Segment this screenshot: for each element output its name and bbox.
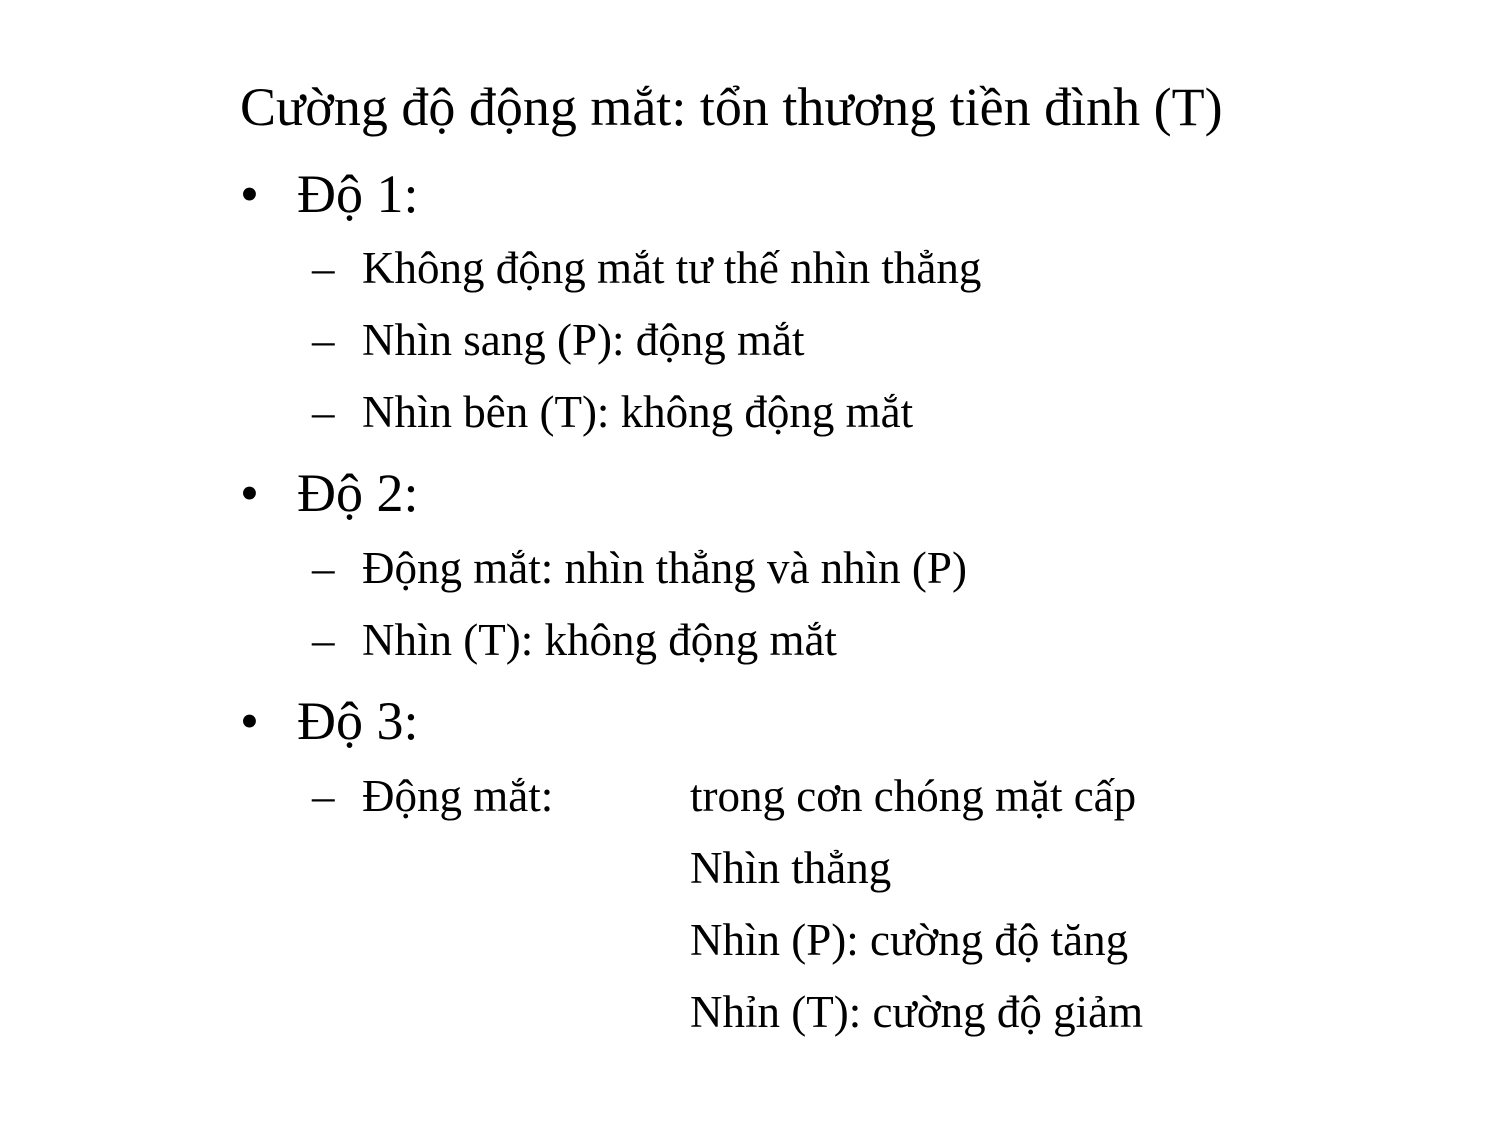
grade-1-label: Độ 1: [297, 164, 419, 224]
dash-icon: – [312, 387, 335, 437]
grade-2-item-1-text: Động mắt: nhìn thẳng và nhìn (P) [362, 543, 967, 593]
grade-1-item-3-text: Nhìn bên (T): không động mắt [362, 387, 914, 437]
slide-title: Cường độ động mắt: tổn thương tiền đình … [240, 77, 1223, 137]
grade-3-label: Độ 3: [297, 691, 419, 751]
grade-3-line-4: Nhỉn (T): cường độ giảm [690, 987, 1144, 1037]
grade-3-line-2: Nhìn thẳng [690, 843, 892, 893]
dash-icon: – [312, 243, 335, 293]
dash-icon: – [312, 615, 335, 665]
dash-icon: – [312, 543, 335, 593]
dash-icon: – [312, 315, 335, 365]
grade-3-line-1: trong cơn chóng mặt cấp [690, 771, 1137, 821]
grade-1-item-2-text: Nhìn sang (P): động mắt [362, 315, 805, 365]
bullet-icon: • [240, 463, 259, 523]
grade-3-line-3: Nhìn (P): cường độ tăng [690, 915, 1129, 965]
bullet-icon: • [240, 691, 259, 751]
bullet-icon: • [240, 164, 259, 224]
slide: Cường độ động mắt: tổn thương tiền đình … [0, 0, 1500, 1125]
grade-3-item-label: Động mắt: [362, 771, 554, 821]
grade-2-item-2-text: Nhìn (T): không động mắt [362, 615, 837, 665]
dash-icon: – [312, 771, 335, 821]
grade-1-item-1-text: Không động mắt tư thế nhìn thẳng [362, 243, 982, 293]
grade-2-label: Độ 2: [297, 463, 419, 523]
